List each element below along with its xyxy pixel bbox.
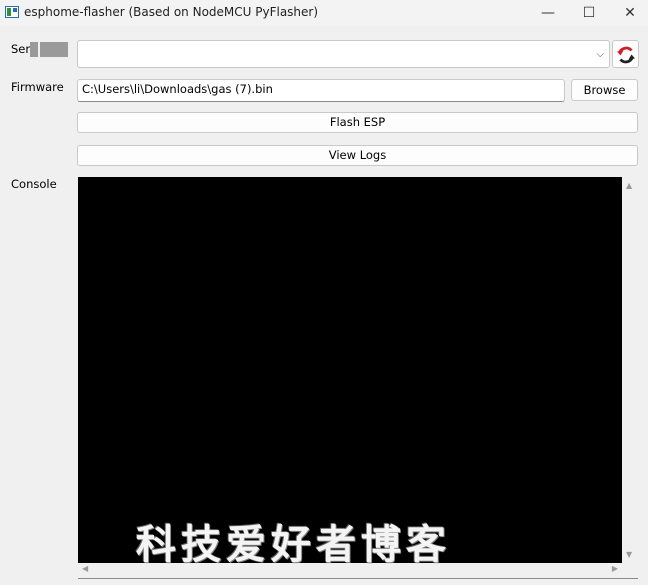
scroll-right-icon[interactable]: ▶: [612, 564, 618, 573]
title-bar[interactable]: esphome-flasher (Based on NodeMCU PyFlas…: [0, 0, 648, 26]
redacted-region: [30, 42, 38, 57]
scroll-up-icon[interactable]: ▲: [626, 181, 632, 190]
redacted-region: [40, 42, 68, 57]
serial-port-label: Ser: [11, 42, 31, 56]
firmware-path-input[interactable]: C:\Users\li\Downloads\gas (7).bin: [77, 79, 565, 102]
watermark-text: 科技爱好者博客: [136, 521, 451, 568]
refresh-ports-button[interactable]: [612, 40, 639, 68]
console-vertical-scrollbar[interactable]: ▲ ▼: [622, 177, 638, 563]
console-output[interactable]: [78, 177, 622, 563]
divider: [78, 578, 638, 579]
console-label: Console: [11, 177, 57, 191]
firmware-label: Firmware: [11, 80, 64, 94]
chevron-down-icon: ⌵: [596, 49, 604, 60]
browse-button[interactable]: Browse: [571, 79, 638, 101]
flash-esp-button[interactable]: Flash ESP: [77, 112, 638, 133]
window-title: esphome-flasher (Based on NodeMCU PyFlas…: [24, 5, 319, 19]
view-logs-button[interactable]: View Logs: [77, 145, 638, 166]
maximize-button[interactable]: ☐: [567, 0, 611, 26]
close-button[interactable]: ✕: [608, 0, 648, 26]
app-icon: [5, 6, 19, 18]
refresh-icon: [617, 46, 635, 64]
scroll-down-icon[interactable]: ▼: [626, 550, 632, 559]
minimize-button[interactable]: —: [526, 0, 570, 26]
scroll-left-icon[interactable]: ◀: [82, 564, 88, 573]
serial-port-select[interactable]: ⌵: [77, 40, 610, 68]
